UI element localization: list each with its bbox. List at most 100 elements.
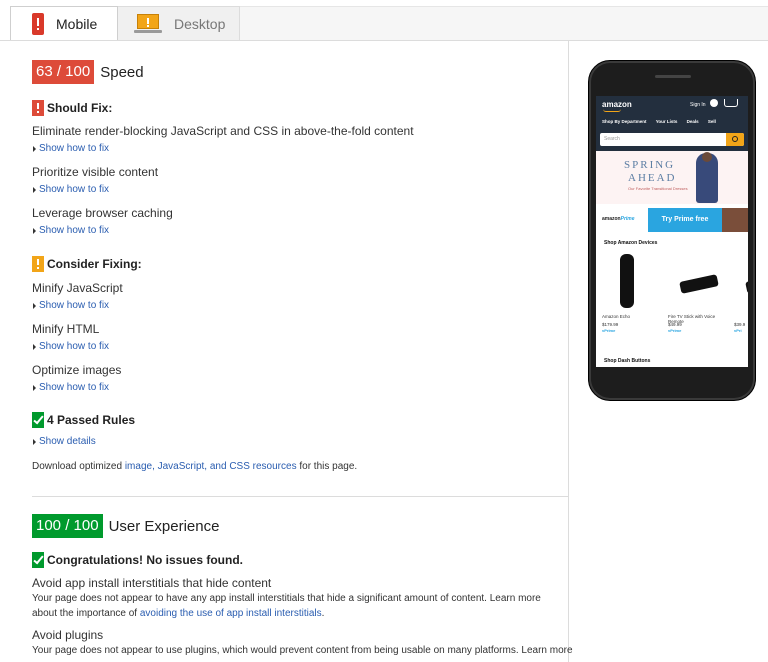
download-prefix: Download optimized [32, 461, 125, 472]
tab-strip-background [240, 6, 768, 40]
preview-nav-item: Deals [686, 119, 699, 124]
should-fix-heading: Should Fix: [32, 100, 562, 116]
devices-title: Shop Amazon Devices [604, 240, 658, 246]
interstitials-link[interactable]: avoiding the use of app install intersti… [140, 608, 322, 619]
phone-speaker [655, 75, 691, 78]
banner-line1: SPRING [624, 159, 676, 171]
expand-triangle-icon [33, 145, 36, 152]
warning-red-icon [32, 100, 44, 116]
ux-item-title: Avoid app install interstitials that hid… [32, 576, 272, 590]
tab-bar-rule [0, 40, 768, 41]
mobile-preview-phone: amazon Sign In Shop By Department Your L… [588, 60, 756, 401]
device-name: Amazon Echo [602, 314, 631, 319]
preview-search: Search [600, 133, 744, 146]
preview-nav: Shop By Department Your Lists Deals Sell [602, 119, 724, 124]
rule-title[interactable]: Prioritize visible content [32, 165, 562, 179]
device-price: $39.9 [734, 322, 746, 327]
congrats-label: Congratulations! No issues found. [47, 553, 244, 567]
download-suffix: for this page. [296, 461, 358, 472]
preview-screen: amazon Sign In Shop By Department Your L… [596, 96, 748, 367]
tab-mobile-label: Mobile [56, 15, 98, 32]
device-price: $179.99 [602, 322, 619, 327]
preview-nav-item: Your Lists [655, 119, 678, 124]
device-prime: vPrime [668, 328, 682, 333]
try-prime-button: Try Prime free [648, 208, 722, 232]
rule-title[interactable]: Leverage browser caching [32, 206, 562, 220]
preview-nav-item: Sell [707, 119, 716, 124]
ux-item-description: Your page does not appear to have any ap… [32, 591, 562, 621]
ux-item-title: Avoid plugins [32, 628, 104, 642]
user-icon [710, 99, 718, 107]
show-details-link[interactable]: Show details [32, 436, 562, 447]
consider-fixing-heading: Consider Fixing: [32, 256, 562, 272]
desc-suffix: . [321, 608, 325, 619]
banner-model-image [696, 152, 718, 203]
congrats-heading: Congratulations! No issues found. [32, 552, 562, 568]
rule-title[interactable]: Eliminate render-blocking JavaScript and… [32, 124, 562, 138]
link-label: Show how to fix [39, 143, 110, 154]
cart-icon [724, 99, 738, 107]
device-card: Fire TV Stick with Voice Remote $49.99 v… [668, 252, 719, 342]
dash-title: Shop Dash Buttons [604, 358, 651, 364]
rule-title[interactable]: Minify JavaScript [32, 281, 562, 295]
column-divider [568, 41, 569, 662]
ux-item-description: Your page does not appear to use plugins… [32, 643, 573, 658]
device-image [745, 274, 748, 294]
speed-score-badge: 63 / 100 [32, 60, 95, 84]
device-price: $49.99 [668, 322, 682, 327]
desc-text: Your page does not appear to use plugins… [32, 645, 573, 656]
device-card: Amazon Echo $179.99 vPrime [602, 252, 646, 342]
rule-title[interactable]: Minify HTML [32, 322, 562, 336]
tab-desktop[interactable]: Desktop [118, 6, 240, 41]
passed-rules-heading[interactable]: 4 Passed Rules [32, 412, 562, 428]
fire-tv-stick-image [679, 274, 719, 294]
link-label: Show how to fix [39, 300, 110, 311]
tab-desktop-label: Desktop [174, 15, 226, 32]
amazon-smile-icon [603, 109, 621, 112]
show-how-to-fix-link[interactable]: Show how to fix [32, 341, 562, 352]
show-how-to-fix-link[interactable]: Show how to fix [32, 225, 562, 236]
expand-triangle-icon [33, 438, 36, 445]
rule-title[interactable]: Optimize images [32, 363, 562, 377]
search-icon [726, 133, 744, 146]
link-label: Show how to fix [39, 225, 110, 236]
link-label: Show how to fix [39, 341, 110, 352]
device-prime: vPrime [602, 328, 616, 333]
show-how-to-fix-link[interactable]: Show how to fix [32, 143, 562, 154]
preview-search-placeholder: Search [604, 136, 620, 142]
checkmark-icon [32, 412, 44, 428]
device-prime: vPri [734, 328, 742, 333]
user-experience-section: 100 / 100 User Experience Congratulation… [32, 514, 573, 658]
download-optimized-text: Download optimized image, JavaScript, an… [32, 459, 562, 474]
ux-score-row: 100 / 100 User Experience [32, 514, 562, 538]
should-fix-label: Should Fix: [47, 101, 113, 115]
consider-fixing-label: Consider Fixing: [47, 257, 142, 271]
ux-title: User Experience [108, 517, 220, 535]
preview-sign-in: Sign In [690, 102, 706, 108]
banner-line2: AHEAD [628, 172, 677, 184]
speed-section: 63 / 100 Speed Should Fix: Eliminate ren… [32, 60, 562, 474]
prime-logo-suffix: Prime [620, 216, 635, 222]
download-resources-link[interactable]: image, JavaScript, and CSS resources [125, 461, 297, 472]
warning-orange-icon [32, 256, 44, 272]
speed-title: Speed [100, 63, 144, 81]
show-how-to-fix-link[interactable]: Show how to fix [32, 300, 562, 311]
prime-bar-image [722, 208, 748, 232]
checkmark-icon [32, 552, 44, 568]
ux-score-badge: 100 / 100 [32, 514, 103, 538]
banner-sub: Our Favorite Transitional Dresses [628, 186, 688, 191]
mobile-phone-icon [32, 12, 44, 35]
preview-banner: SPRING AHEAD Our Favorite Transitional D… [596, 151, 748, 204]
passed-rules-label: 4 Passed Rules [47, 413, 136, 427]
tab-mobile[interactable]: Mobile [10, 6, 118, 41]
expand-triangle-icon [33, 186, 36, 193]
desktop-monitor-icon [134, 13, 162, 34]
tab-bar: Mobile Desktop [0, 0, 768, 41]
show-how-to-fix-link[interactable]: Show how to fix [32, 184, 562, 195]
amazon-logo: amazon [602, 100, 632, 109]
echo-image [620, 254, 634, 308]
speed-score-row: 63 / 100 Speed [32, 60, 562, 84]
show-how-to-fix-link[interactable]: Show how to fix [32, 382, 562, 393]
link-label: Show details [39, 436, 96, 447]
section-divider [32, 496, 568, 497]
